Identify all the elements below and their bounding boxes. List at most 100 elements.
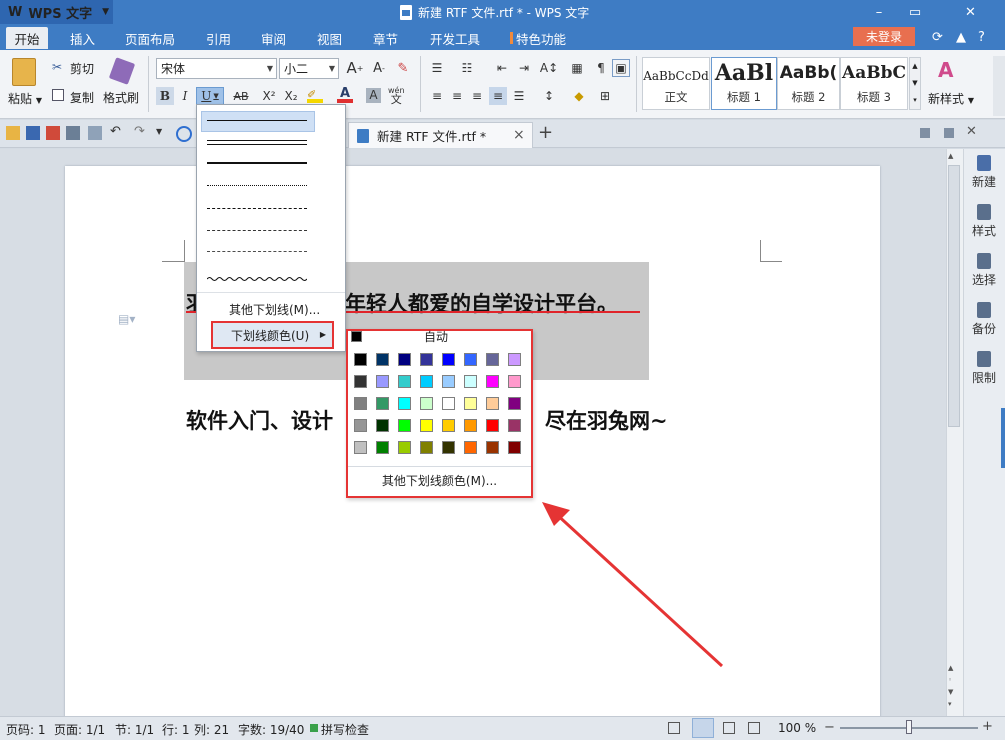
- color-swatch[interactable]: [464, 419, 477, 432]
- color-swatch[interactable]: [464, 397, 477, 410]
- outline-view-icon[interactable]: [723, 722, 735, 734]
- color-swatch[interactable]: [354, 353, 367, 366]
- table-icon[interactable]: ▦: [568, 59, 586, 77]
- italic-button[interactable]: I: [176, 87, 194, 105]
- color-swatch[interactable]: [508, 441, 521, 454]
- color-swatch[interactable]: [376, 397, 389, 410]
- underline-thick[interactable]: [207, 162, 307, 164]
- style-heading-1[interactable]: AaBl 标题 1: [711, 57, 777, 110]
- color-swatch[interactable]: [508, 375, 521, 388]
- increase-indent-icon[interactable]: ⇥: [515, 59, 533, 77]
- align-right-icon[interactable]: ≡: [468, 87, 486, 105]
- web-view-icon[interactable]: [748, 722, 760, 734]
- color-swatch[interactable]: [398, 375, 411, 388]
- copy-button[interactable]: 复制: [70, 89, 94, 106]
- auto-color-label[interactable]: 自动: [424, 328, 448, 345]
- page-nav-icons[interactable]: ▲ ◦ ▼ ▾: [948, 662, 953, 710]
- bold-button[interactable]: B: [156, 87, 174, 105]
- color-swatch[interactable]: [464, 353, 477, 366]
- color-swatch[interactable]: [508, 419, 521, 432]
- phonetic-guide-button[interactable]: wén 文: [388, 86, 405, 105]
- status-word-count[interactable]: 字数: 19/40: [238, 721, 304, 738]
- color-swatch[interactable]: [354, 397, 367, 410]
- scrollbar-thumb[interactable]: [948, 165, 960, 427]
- undo-icon[interactable]: ↶: [110, 124, 121, 139]
- decrease-indent-icon[interactable]: ⇤: [493, 59, 511, 77]
- color-swatch[interactable]: [486, 375, 499, 388]
- highlight-icon[interactable]: ✐: [307, 88, 323, 103]
- style-heading-3[interactable]: AaBbC 标题 3: [840, 57, 908, 110]
- strikethrough-button[interactable]: AB: [228, 87, 254, 105]
- fullscreen-icon[interactable]: [668, 722, 680, 734]
- save-icon[interactable]: [26, 126, 40, 140]
- new-style-button[interactable]: 新样式 ▼: [928, 90, 974, 107]
- clear-format-icon[interactable]: ✎: [394, 59, 412, 77]
- login-button[interactable]: 未登录: [853, 27, 915, 46]
- color-swatch[interactable]: [354, 441, 367, 454]
- color-swatch[interactable]: [420, 353, 433, 366]
- underline-color-item[interactable]: 下划线颜色(U) ▶: [211, 321, 334, 349]
- underline-button[interactable]: U ▼: [196, 87, 224, 105]
- sort-icon[interactable]: A↕: [540, 59, 558, 77]
- redo-icon[interactable]: ↷: [134, 124, 145, 139]
- paragraph-mark-icon[interactable]: ¶: [592, 59, 610, 77]
- color-swatch[interactable]: [508, 353, 521, 366]
- underline-dash-dot[interactable]: [207, 230, 307, 231]
- zoom-slider-thumb[interactable]: [906, 720, 912, 734]
- font-color-icon[interactable]: A: [337, 86, 353, 103]
- align-center-icon[interactable]: ≡: [448, 87, 466, 105]
- export-pdf-icon[interactable]: [46, 126, 60, 140]
- document-tab[interactable]: 新建 RTF 文件.rtf * ×: [348, 122, 533, 148]
- grow-font-icon[interactable]: A +: [346, 59, 364, 77]
- bullets-icon[interactable]: ☰: [428, 59, 446, 77]
- borders-icon[interactable]: ⊞: [596, 87, 614, 105]
- color-swatch[interactable]: [354, 375, 367, 388]
- new-style-icon[interactable]: A: [938, 58, 953, 82]
- underline-wavy[interactable]: [206, 270, 308, 281]
- color-swatch[interactable]: [486, 397, 499, 410]
- color-swatch[interactable]: [376, 375, 389, 388]
- open-icon[interactable]: [6, 126, 20, 140]
- format-painter-button[interactable]: 格式刷: [103, 89, 139, 106]
- color-swatch[interactable]: [398, 353, 411, 366]
- color-swatch[interactable]: [464, 441, 477, 454]
- color-swatch[interactable]: [442, 441, 455, 454]
- color-swatch[interactable]: [442, 375, 455, 388]
- paste-button[interactable]: 粘贴 ▼: [8, 90, 42, 107]
- color-swatch[interactable]: [398, 441, 411, 454]
- close-doc-icon[interactable]: ✕: [966, 124, 977, 139]
- superscript-button[interactable]: X²: [260, 87, 278, 105]
- zoom-in-icon[interactable]: +: [982, 719, 993, 734]
- color-swatch[interactable]: [486, 441, 499, 454]
- distribute-icon[interactable]: ☰: [510, 87, 528, 105]
- color-swatch[interactable]: [398, 419, 411, 432]
- more-colors-item[interactable]: 其他下划线颜色(M)...: [348, 466, 531, 494]
- tab-chapter[interactable]: 章节: [373, 27, 398, 49]
- tab-special[interactable]: 特色功能: [510, 27, 566, 49]
- font-size-select[interactable]: 小二 ▼: [279, 58, 339, 79]
- print-preview-icon[interactable]: [88, 126, 102, 140]
- font-name-select[interactable]: 宋体 ▼: [156, 58, 277, 79]
- show-hide-icon[interactable]: ▣: [612, 59, 630, 77]
- minimize-button[interactable]: –: [861, 0, 897, 24]
- color-swatch[interactable]: [354, 419, 367, 432]
- maximize-button[interactable]: ▭: [897, 0, 933, 24]
- panel-collapse-handle[interactable]: [1001, 408, 1005, 468]
- scroll-up-icon[interactable]: ▲: [948, 152, 953, 160]
- chevron-down-icon[interactable]: ▼: [156, 127, 162, 136]
- color-swatch[interactable]: [442, 353, 455, 366]
- color-swatch[interactable]: [420, 441, 433, 454]
- tab-start[interactable]: 开始: [6, 27, 48, 49]
- color-swatch[interactable]: [508, 397, 521, 410]
- page-view-icon[interactable]: [692, 718, 714, 738]
- style-normal[interactable]: AaBbCcDd 正文: [642, 57, 710, 110]
- tab-review[interactable]: 审阅: [261, 27, 286, 49]
- underline-dash-dot-dot[interactable]: [207, 251, 307, 252]
- tab-insert[interactable]: 插入: [70, 27, 95, 49]
- line-spacing-icon[interactable]: ↕: [540, 87, 558, 105]
- tab-list-icon[interactable]: [920, 128, 930, 138]
- app-menu-button[interactable]: W WPS 文字 ▼: [0, 0, 113, 24]
- shrink-font-icon[interactable]: A-: [370, 59, 388, 77]
- cut-button[interactable]: 剪切: [70, 60, 94, 77]
- zoom-out-icon[interactable]: −: [824, 720, 835, 735]
